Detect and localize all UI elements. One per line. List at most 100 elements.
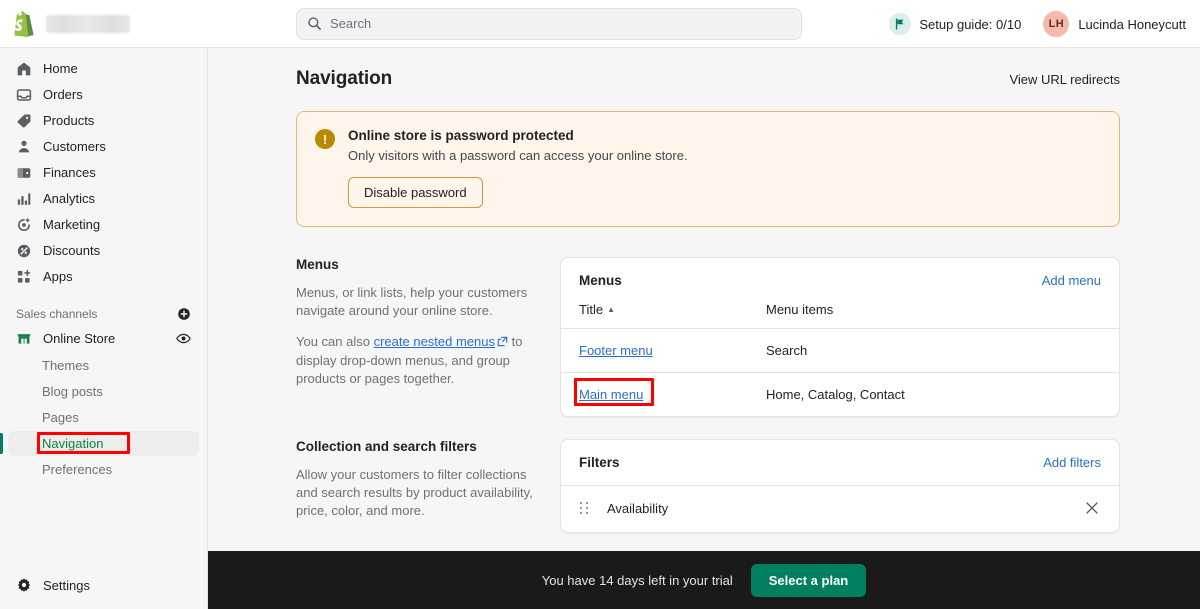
menus-card: Menus Add menu Title ▲ Menu items Footer… [560,257,1120,417]
user-menu-button[interactable]: LH Lucinda Honeycutt [1043,11,1186,37]
close-x-icon[interactable] [1083,499,1101,517]
orders-inbox-icon [16,87,32,103]
sidebar-item-preferences[interactable]: Preferences [8,457,199,482]
filters-section: Collection and search filters Allow your… [296,439,1120,533]
shopify-logo[interactable] [12,10,36,37]
password-protected-banner: ! Online store is password protected Onl… [296,111,1120,227]
flag-icon [889,13,912,35]
online-store-subnav: Themes Blog posts Pages Navigation Prefe… [0,351,207,482]
sidebar-item-marketing[interactable]: Marketing [8,212,199,237]
menus-table-header-row: Title ▲ Menu items [561,288,1119,329]
setup-guide-button[interactable]: Setup guide: 0/10 [889,13,1021,35]
add-menu-button[interactable]: Add menu [1042,273,1101,288]
select-a-plan-button[interactable]: Select a plan [750,563,867,597]
menus-section: Menus Menus, or link lists, help your cu… [296,257,1120,417]
sidebar-item-label: Orders [43,87,83,102]
alert-exclamation-icon: ! [315,129,335,149]
sidebar-item-label: Products [43,113,95,128]
table-row[interactable]: Main menu Home, Catalog, Contact [561,373,1119,417]
filter-list-item[interactable]: Availability [561,485,1119,530]
sidebar-item-navigation[interactable]: Navigation [0,431,199,456]
column-header-title-label: Title [579,302,604,317]
sidebar-item-label: Analytics [43,191,96,206]
trial-banner: You have 14 days left in your trial Sele… [208,551,1200,609]
gear-icon [16,577,32,593]
main-menu-link[interactable]: Main menu [579,387,643,402]
customers-person-icon [16,139,32,155]
sidebar-item-label: Themes [42,358,89,373]
eye-icon[interactable] [176,331,191,346]
column-header-title[interactable]: Title ▲ [561,288,766,329]
page-title: Navigation [296,68,393,89]
filters-paragraph: Allow your customers to filter collectio… [296,467,533,518]
column-header-menu-items: Menu items [766,288,1119,329]
avatar: LH [1043,11,1070,37]
sidebar-item-label: Apps [43,269,73,284]
user-name: Lucinda Honeycutt [1078,16,1186,32]
menus-paragraph-2: You can also create nested menus to disp… [296,333,534,388]
sidebar-item-analytics[interactable]: Analytics [8,186,199,211]
sidebar-item-online-store[interactable]: Online Store [0,325,207,351]
sidebar-item-finances[interactable]: Finances [8,160,199,185]
apps-grid-icon [16,269,32,285]
menus-section-heading: Menus [296,257,339,272]
menus-table: Title ▲ Menu items Footer menu Search Ma… [561,288,1119,416]
menus-card-header: Menus Add menu [561,258,1119,288]
home-icon [16,61,32,77]
footer-menu-link[interactable]: Footer menu [579,343,653,358]
add-filters-button[interactable]: Add filters [1043,455,1101,470]
page-header: Navigation View URL redirects [296,68,1120,90]
store-name-blurred[interactable] [46,14,130,33]
menu-items-cell: Home, Catalog, Contact [766,387,905,402]
view-url-redirects-link[interactable]: View URL redirects [1009,72,1120,87]
sidebar-item-settings[interactable]: Settings [0,561,207,609]
sidebar-item-orders[interactable]: Orders [8,82,199,107]
filters-card-header: Filters Add filters [561,440,1119,470]
external-link-icon [497,334,508,352]
search-area: Search [296,7,802,40]
table-row[interactable]: Footer menu Search [561,328,1119,373]
sidebar-item-customers[interactable]: Customers [8,134,199,159]
sidebar-item-apps[interactable]: Apps [8,264,199,289]
sidebar-item-themes[interactable]: Themes [8,353,199,378]
search-icon [308,17,321,30]
plus-circle-icon[interactable] [177,307,191,321]
trial-text: You have 14 days left in your trial [541,572,733,588]
sidebar-item-discounts[interactable]: Discounts [8,238,199,263]
drag-handle-icon[interactable] [579,501,589,515]
sidebar-item-blog-posts[interactable]: Blog posts [8,379,199,404]
sidebar-item-products[interactable]: Products [8,108,199,133]
sidebar-main-nav: Home Orders Products Customers Finances [0,48,207,289]
top-bar: Search Setup guide: 0/10 LH Lucinda Hone… [0,0,1200,48]
menu-title-cell: Footer menu [561,328,766,373]
disable-password-button[interactable]: Disable password [348,177,483,208]
banner-body: Only visitors with a password can access… [348,148,688,163]
analytics-bars-icon [16,191,32,207]
menus-paragraph-1: Menus, or link lists, help your customer… [296,285,528,318]
banner-title: Online store is password protected [348,128,574,143]
filters-section-description: Collection and search filters Allow your… [296,439,560,533]
search-input[interactable]: Search [296,7,802,40]
filters-section-heading: Collection and search filters [296,439,477,454]
storefront-icon [16,330,32,346]
sidebar-item-label: Finances [43,165,96,180]
top-bar-right: Setup guide: 0/10 LH Lucinda Honeycutt [889,0,1186,48]
menu-title-cell: Main menu [561,373,766,417]
sidebar-item-label: Blog posts [42,384,103,399]
menus-paragraph-2-pre: You can also [296,333,374,349]
products-tag-icon [16,113,32,129]
sidebar-item-label: Home [43,61,78,76]
setup-guide-label: Setup guide: 0/10 [919,16,1022,32]
sidebar-item-home[interactable]: Home [8,56,199,81]
create-nested-menus-link[interactable]: create nested menus [374,334,495,349]
sidebar-item-label: Customers [43,139,106,154]
search-placeholder: Search [330,16,372,31]
finances-wallet-icon [16,165,32,181]
menus-section-description: Menus Menus, or link lists, help your cu… [296,257,560,417]
active-indicator-bar [0,433,3,454]
sidebar-item-label: Discounts [43,243,101,258]
filter-name: Availability [607,500,669,516]
sidebar-item-pages[interactable]: Pages [8,405,199,430]
sidebar: Home Orders Products Customers Finances [0,48,208,609]
menu-items-cell: Search [766,328,1119,373]
